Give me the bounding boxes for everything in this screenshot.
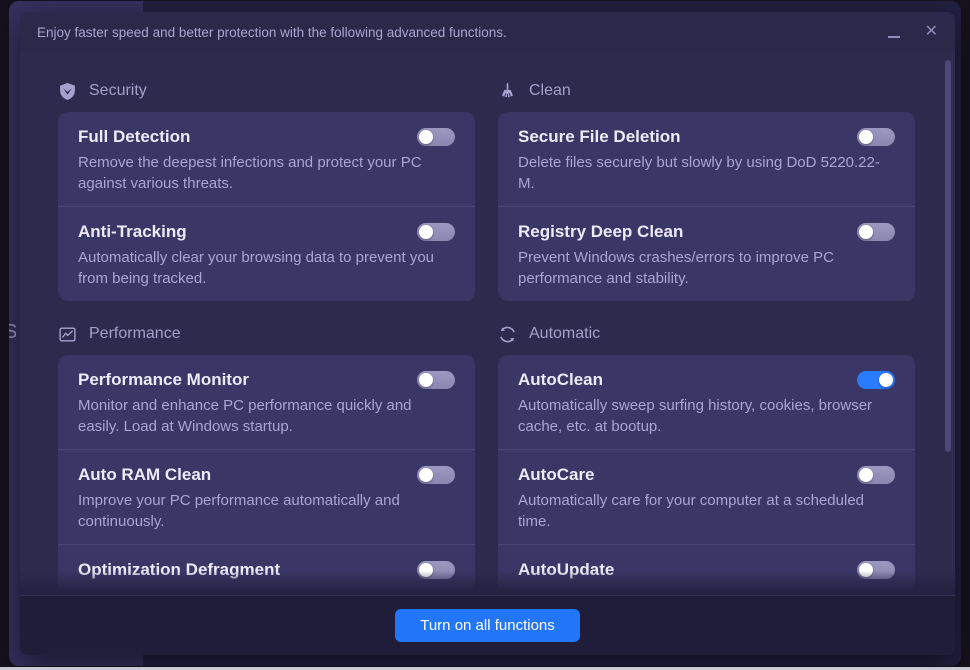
section-security: Security Full Detection Remove the deepe… <box>58 80 475 301</box>
toggle-anti-tracking[interactable] <box>417 223 455 241</box>
performance-card: Performance Monitor Monitor and enhance … <box>58 355 475 593</box>
section-header-clean: Clean <box>498 80 915 102</box>
item-description: Automatically care for your computer at … <box>518 490 895 532</box>
list-item-secure-file-deletion: Secure File Deletion Delete files secure… <box>498 112 915 206</box>
toggle-performance-monitor[interactable] <box>417 371 455 389</box>
item-title: AutoUpdate <box>518 558 614 581</box>
dialog-titlebar: Enjoy faster speed and better protection… <box>20 12 955 52</box>
section-automatic: Automatic AutoClean Automatically sweep … <box>498 301 915 593</box>
close-icon[interactable]: ✕ <box>925 25 938 39</box>
list-item-autoupdate: AutoUpdate <box>498 544 915 593</box>
item-title: Auto RAM Clean <box>78 463 211 486</box>
toggle-autocare[interactable] <box>857 466 895 484</box>
list-item-anti-tracking: Anti-Tracking Automatically clear your b… <box>58 206 475 301</box>
item-title: Full Detection <box>78 125 190 148</box>
list-item-auto-ram-clean: Auto RAM Clean Improve your PC performan… <box>58 449 475 544</box>
section-performance: Performance Performance Monitor Monitor … <box>58 301 475 593</box>
item-description: Automatically clear your browsing data t… <box>78 247 455 289</box>
item-title: Optimization Defragment <box>78 558 280 581</box>
item-title: Anti-Tracking <box>78 220 187 243</box>
minimize-icon[interactable] <box>887 25 901 39</box>
section-header-performance: Performance <box>58 323 475 345</box>
refresh-icon <box>498 325 517 344</box>
list-item-performance-monitor: Performance Monitor Monitor and enhance … <box>58 355 475 449</box>
shield-icon <box>58 82 77 101</box>
item-description: Improve your PC performance automaticall… <box>78 490 455 532</box>
toggle-optimization-defragment[interactable] <box>417 561 455 579</box>
item-description: Prevent Windows crashes/errors to improv… <box>518 247 895 289</box>
list-item-full-detection: Full Detection Remove the deepest infect… <box>58 112 475 206</box>
clean-card: Secure File Deletion Delete files secure… <box>498 112 915 301</box>
toggle-registry-deep-clean[interactable] <box>857 223 895 241</box>
sections-grid: Security Full Detection Remove the deepe… <box>58 80 915 593</box>
item-description: Automatically sweep surfing history, coo… <box>518 395 895 437</box>
background-text-fragment: S <box>9 321 16 344</box>
toggle-autoupdate[interactable] <box>857 561 895 579</box>
dialog-content: Security Full Detection Remove the deepe… <box>20 52 955 595</box>
item-description: Monitor and enhance PC performance quick… <box>78 395 455 437</box>
item-title: Performance Monitor <box>78 368 249 391</box>
toggle-autoclean[interactable] <box>857 371 895 389</box>
dialog-title: Enjoy faster speed and better protection… <box>37 25 507 40</box>
item-title: Registry Deep Clean <box>518 220 683 243</box>
screenshot-root: S Enjoy faster speed and better protecti… <box>0 0 970 670</box>
section-label: Clean <box>529 82 571 100</box>
section-label: Security <box>89 82 147 100</box>
toggle-secure-file-deletion[interactable] <box>857 128 895 146</box>
scrollbar-thumb[interactable] <box>945 60 951 452</box>
item-title: AutoCare <box>518 463 595 486</box>
performance-icon <box>58 325 77 344</box>
list-item-autoclean: AutoClean Automatically sweep surfing hi… <box>498 355 915 449</box>
dialog-footer: Turn on all functions <box>20 595 955 655</box>
item-description: Delete files securely but slowly by usin… <box>518 152 895 194</box>
advanced-functions-dialog: Enjoy faster speed and better protection… <box>20 12 955 655</box>
toggle-full-detection[interactable] <box>417 128 455 146</box>
item-title: AutoClean <box>518 368 603 391</box>
window-controls: ✕ <box>887 25 938 39</box>
section-clean: Clean Secure File Deletion Delete files … <box>498 80 915 301</box>
broom-icon <box>498 82 517 101</box>
toggle-auto-ram-clean[interactable] <box>417 466 455 484</box>
section-header-automatic: Automatic <box>498 323 915 345</box>
section-header-security: Security <box>58 80 475 102</box>
automatic-card: AutoClean Automatically sweep surfing hi… <box>498 355 915 593</box>
item-title: Secure File Deletion <box>518 125 681 148</box>
section-label: Performance <box>89 325 181 343</box>
section-label: Automatic <box>529 325 600 343</box>
security-card: Full Detection Remove the deepest infect… <box>58 112 475 301</box>
list-item-autocare: AutoCare Automatically care for your com… <box>498 449 915 544</box>
list-item-registry-deep-clean: Registry Deep Clean Prevent Windows cras… <box>498 206 915 301</box>
item-description: Remove the deepest infections and protec… <box>78 152 455 194</box>
list-item-optimization-defragment: Optimization Defragment <box>58 544 475 593</box>
turn-on-all-functions-button[interactable]: Turn on all functions <box>395 609 580 642</box>
